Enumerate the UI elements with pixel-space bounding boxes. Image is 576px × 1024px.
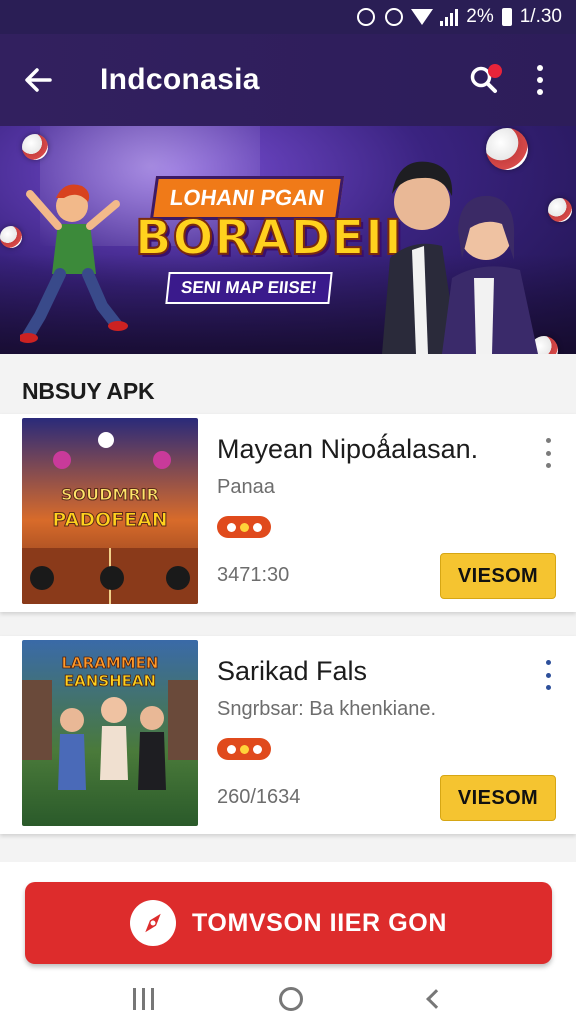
wifi-icon — [411, 7, 434, 27]
game-artwork: SOUDMRIR PADOFEAN — [22, 418, 198, 604]
nav-back-icon[interactable] — [426, 989, 447, 1009]
banner-sub-text: SENI MAP EIISE! — [165, 272, 333, 304]
promo-banner[interactable]: LOHANI PGAN BORADEII SENI MAP EIISE! — [0, 126, 576, 354]
thumb-text-1: SOUDMRIR — [61, 485, 159, 504]
app-title[interactable]: Sarikad Fals — [217, 656, 367, 687]
status-time: 1/.30 — [519, 6, 562, 27]
battery-icon — [501, 8, 512, 26]
status-bar: 2% 1/.30 — [0, 0, 576, 34]
app-count: 260/1634 — [217, 786, 301, 808]
thumb-text-2: PADOFEAN — [52, 509, 167, 531]
section-title: NBSUY APK — [22, 378, 155, 404]
back-arrow-icon — [25, 68, 52, 92]
rating-dots — [217, 738, 271, 760]
app-title[interactable]: Mayean Nipoǻalasan. — [217, 434, 478, 465]
alarm-clock-icon — [384, 7, 404, 27]
presenters-illustration — [382, 161, 538, 354]
thumb-text-1: LARAMMEN — [62, 654, 159, 672]
cta-label: TOMVSON IIER GON — [192, 908, 447, 937]
more-vert-icon — [545, 660, 551, 665]
search-button[interactable] — [456, 52, 512, 108]
app-thumbnail[interactable]: SOUDMRIR PADOFEAN — [22, 418, 198, 604]
app-subtitle: Panaa — [217, 476, 275, 498]
thumb-text-2: EANSHEAN — [64, 672, 156, 690]
card-more-button[interactable] — [538, 660, 558, 690]
banner-logo: LOHANI PGAN BORADEII SENI MAP EIISE! — [134, 176, 403, 336]
back-button[interactable] — [0, 34, 76, 126]
app-bar: Indconasia — [0, 34, 576, 126]
soccer-ball-icon — [0, 226, 22, 248]
view-button[interactable]: VIESOM — [440, 553, 556, 599]
home-icon[interactable] — [279, 987, 304, 1011]
recents-icon[interactable] — [132, 988, 154, 1010]
screen: 2% 1/.30 Indconasia LOHANI PGAN BORADEII… — [0, 0, 576, 1024]
app-count: 3471:30 — [217, 564, 290, 586]
alarm-icon — [356, 7, 376, 27]
app-thumbnail[interactable]: LARAMMEN EANSHEAN — [22, 640, 198, 826]
rating-dots — [217, 516, 271, 538]
more-options-button[interactable] — [512, 52, 568, 108]
primary-cta-button[interactable]: TOMVSON IIER GON — [25, 882, 552, 964]
view-button[interactable]: VIESOM — [440, 775, 556, 821]
soccer-ball-icon — [22, 134, 48, 160]
battery-percent: 2% — [466, 6, 494, 27]
app-card[interactable]: LARAMMEN EANSHEAN Sarikad Fals Sngrbsar:… — [0, 636, 576, 834]
compass-icon — [130, 900, 176, 946]
app-subtitle: Sngrbsar: Ba khenkiane. — [217, 698, 437, 720]
more-vert-icon — [537, 65, 543, 71]
more-vert-icon — [545, 438, 551, 443]
game-artwork: LARAMMEN EANSHEAN — [22, 640, 198, 826]
card-more-button[interactable] — [538, 438, 558, 468]
app-card[interactable]: SOUDMRIR PADOFEAN Mayean Nipoǻalasan. Pa… — [0, 414, 576, 612]
system-nav-bar — [0, 974, 576, 1024]
signal-icon — [440, 8, 459, 26]
notification-dot — [488, 64, 502, 78]
cartoon-player-illustration — [20, 184, 128, 343]
page-title: Indconasia — [100, 63, 260, 96]
